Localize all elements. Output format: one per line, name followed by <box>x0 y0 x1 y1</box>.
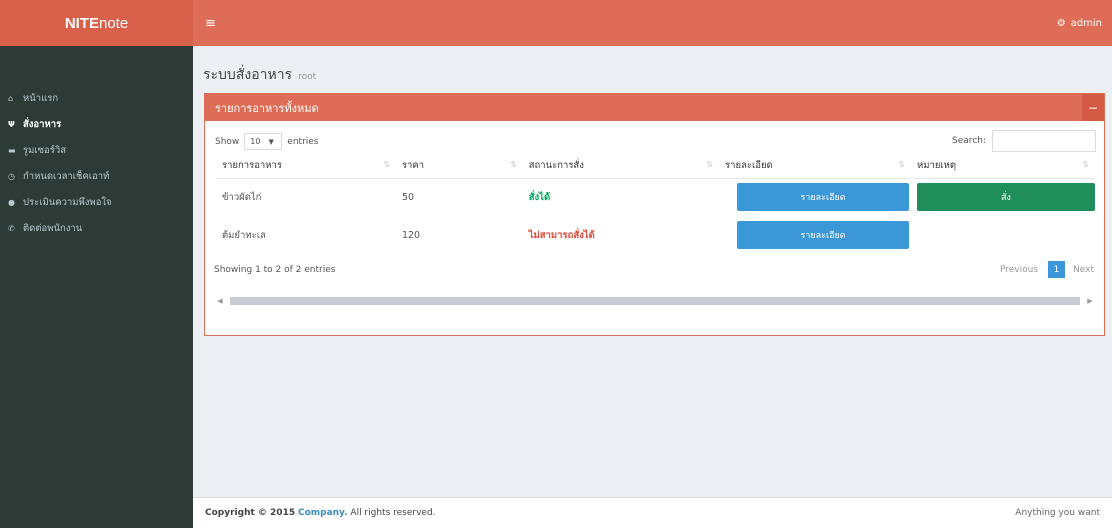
page-title: ระบบสั่งอาหาร root <box>203 64 316 86</box>
sidebar-item-label: ติดต่อพนักงาน <box>23 222 83 234</box>
entries-label: entries <box>287 136 319 147</box>
scrollbar-thumb[interactable] <box>230 297 1080 305</box>
status-cell: ไม่สามารถสั่งได้ <box>528 229 595 241</box>
sort-icon: ⇅ <box>706 160 714 169</box>
sidebar-item-label: ประเมินความพึงพอใจ <box>23 196 112 208</box>
comment-icon: ● <box>8 197 15 207</box>
entries-length-select[interactable]: 10 ▼ <box>244 133 283 150</box>
detail-cell: รายละเอียด <box>719 178 911 216</box>
content-wrapper: ระบบสั่งอาหาร root รายการอาหารทั้งหมด − S… <box>193 46 1112 528</box>
detail-button[interactable]: รายละเอียด <box>737 221 910 249</box>
pagination-previous[interactable]: Previous <box>1000 265 1038 275</box>
minus-icon: − <box>1087 100 1099 115</box>
sidebar-item-home[interactable]: ⌂ หน้าแรก <box>0 85 193 111</box>
sidebar-item-label: กำหนดเวลาเช็คเอาท์ <box>23 170 110 182</box>
column-header-note[interactable]: หมายเหตุ ⇅ <box>911 154 1095 179</box>
page-subtitle: root <box>298 72 317 82</box>
price-cell: 120 <box>401 229 421 241</box>
home-icon: ⌂ <box>8 93 14 103</box>
search-input[interactable] <box>992 130 1096 152</box>
table-controls: Show 10 ▼ entries Search: <box>205 121 1104 153</box>
app-logo[interactable]: NITE note <box>0 0 193 46</box>
search-label: Search: <box>952 136 986 146</box>
horizontal-scrollbar[interactable]: ◀ ▶ <box>214 295 1096 307</box>
note-cell: สั่ง <box>911 178 1095 216</box>
order-button[interactable]: สั่ง <box>917 183 1095 212</box>
bed-icon: ▬ <box>8 145 16 155</box>
sidebar-item-checkout-time[interactable]: ◷ กำหนดเวลาเช็คเอาท์ <box>0 163 193 189</box>
food-name-cell: ต้มยำทะเล <box>222 229 266 241</box>
show-label: Show <box>215 136 240 147</box>
food-table: รายการอาหาร ⇅ ราคา ⇅ สถานะการสั่ง ⇅ รายละเอ… <box>216 154 1095 254</box>
gear-icon: ⚙ <box>1056 17 1066 29</box>
logo-rest-text: note <box>98 14 129 32</box>
note-cell <box>911 216 1095 254</box>
caret-down-icon: ▼ <box>268 137 274 146</box>
sort-icon: ⇅ <box>510 160 517 169</box>
scroll-left-icon[interactable]: ◀ <box>214 297 226 305</box>
table-row: ข้าวผัดไก่ 50 สั่งได้ รายละเอียด สั่ง <box>216 178 1095 216</box>
sidebar-item-label: สั่งอาหาร <box>23 118 62 130</box>
sort-asc-icon: ⇅ <box>383 160 390 169</box>
sidebar-toggle-icon[interactable]: ≡ <box>205 16 216 31</box>
table-info: Showing 1 to 2 of 2 entries <box>214 265 336 275</box>
copyright-prefix: Copyright © 2015 <box>205 508 296 518</box>
food-list-box: รายการอาหารทั้งหมด − Show 10 ▼ entries S… <box>204 93 1105 336</box>
sort-icon: ⇅ <box>898 160 905 169</box>
column-header-detail[interactable]: รายละเอียด ⇅ <box>719 154 911 179</box>
sort-icon: ⇅ <box>1082 160 1089 169</box>
sidebar-item-satisfaction[interactable]: ● ประเมินความพึงพอใจ <box>0 189 193 215</box>
box-header: รายการอาหารทั้งหมด − <box>205 94 1104 121</box>
entries-length-control: Show 10 ▼ entries <box>215 133 319 150</box>
food-name-cell: ข้าวผัดไก่ <box>222 191 262 203</box>
pagination: Previous 1 Next <box>1000 261 1094 278</box>
sidebar-item-label: หน้าแรก <box>23 92 59 104</box>
page-title-text: ระบบสั่งอาหาร <box>203 67 293 83</box>
phone-icon: ✆ <box>8 223 15 233</box>
sidebar-item-label: รูมเซอร์วิส <box>23 144 67 156</box>
scroll-right-icon[interactable]: ▶ <box>1084 297 1096 305</box>
copyright-text: Copyright © 2015 Company. All rights res… <box>205 508 436 518</box>
table-header-row: รายการอาหาร ⇅ ราคา ⇅ สถานะการสั่ง ⇅ รายละเอ… <box>216 154 1095 179</box>
search-control: Search: <box>952 130 1096 152</box>
main-footer: Copyright © 2015 Company. All rights res… <box>193 497 1112 528</box>
user-menu[interactable]: ⚙ admin <box>1057 0 1102 46</box>
column-header-food[interactable]: รายการอาหาร ⇅ <box>216 154 396 179</box>
copyright-suffix: All rights reserved. <box>350 508 436 518</box>
clock-icon: ◷ <box>8 171 15 181</box>
main-header: NITE note ≡ ⚙ admin <box>0 0 1112 46</box>
top-navbar: ≡ ⚙ admin <box>193 0 1112 46</box>
cutlery-icon: Ψ <box>8 119 15 129</box>
sidebar-item-room-service[interactable]: ▬ รูมเซอร์วิส <box>0 137 193 163</box>
logo-bold-text: NITE <box>64 14 99 32</box>
status-cell: สั่งได้ <box>528 191 551 203</box>
detail-cell: รายละเอียด <box>719 216 911 254</box>
pagination-next[interactable]: Next <box>1073 265 1094 275</box>
footer-right-text: Anything you want <box>1015 508 1100 518</box>
column-header-price[interactable]: ราคา ⇅ <box>395 154 523 179</box>
sidebar-item-contact-staff[interactable]: ✆ ติดต่อพนักงาน <box>0 215 193 241</box>
detail-button[interactable]: รายละเอียด <box>737 183 910 212</box>
price-cell: 50 <box>401 191 415 203</box>
entries-length-value: 10 <box>250 137 261 146</box>
box-title: รายการอาหารทั้งหมด <box>215 101 319 115</box>
sidebar-item-order-food[interactable]: Ψ สั่งอาหาร <box>0 111 193 137</box>
pagination-page-1[interactable]: 1 <box>1048 261 1066 278</box>
user-name: admin <box>1070 17 1102 29</box>
collapse-button[interactable]: − <box>1082 94 1104 121</box>
company-link[interactable]: Company. <box>298 508 348 518</box>
sidebar: ⌂ หน้าแรก Ψ สั่งอาหาร ▬ รูมเซอร์วิส ◷ กำ… <box>0 46 193 528</box>
column-header-status[interactable]: สถานะการสั่ง ⇅ <box>522 154 720 179</box>
table-row: ต้มยำทะเล 120 ไม่สามารถสั่งได้ รายละเอีย… <box>216 216 1095 254</box>
